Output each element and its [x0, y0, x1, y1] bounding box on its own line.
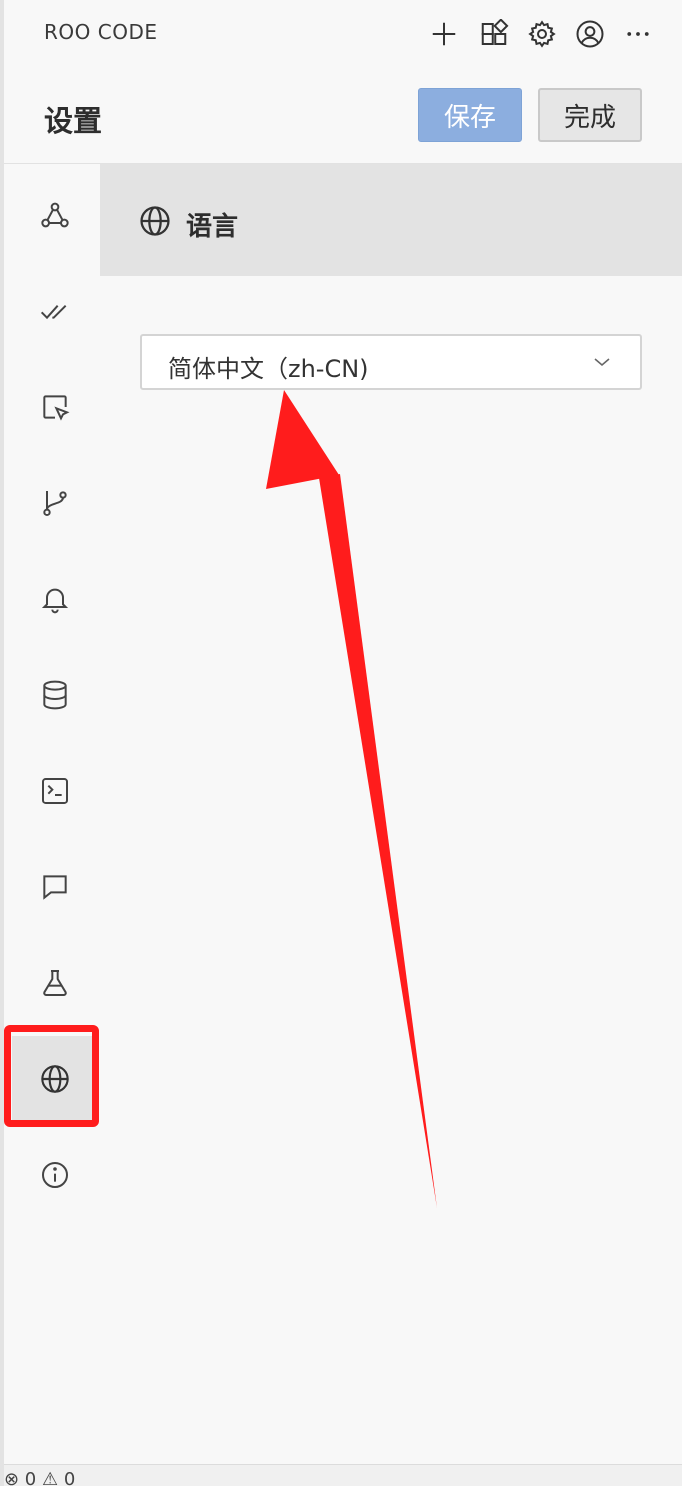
nav-providers[interactable] [12, 172, 98, 258]
globe-icon [41, 1065, 69, 1093]
info-icon [42, 1162, 68, 1188]
more-icon[interactable] [618, 14, 658, 54]
plus-icon[interactable] [424, 14, 464, 54]
save-button[interactable]: 保存 [418, 88, 522, 142]
nav-browser[interactable] [12, 364, 98, 450]
problems-count[interactable]: ⊗ 0 ⚠ 0 [4, 1469, 75, 1486]
nav-notifications[interactable] [12, 556, 98, 642]
nav-prompts[interactable] [12, 844, 98, 930]
nav-experimental[interactable] [12, 940, 98, 1026]
settings-nav-rail [4, 164, 100, 1464]
database-icon [43, 680, 67, 710]
webhook-icon [41, 202, 69, 228]
app-title: ROO CODE [44, 20, 158, 44]
title-bar: ROO CODE [4, 0, 682, 68]
nav-about[interactable] [12, 1132, 98, 1218]
check-all-icon [40, 304, 67, 320]
nav-terminal[interactable] [12, 748, 98, 834]
flask-icon [43, 970, 67, 996]
status-bar: ⊗ 0 ⚠ 0 [4, 1464, 682, 1486]
nav-auto-approve[interactable] [12, 268, 98, 354]
section-header: 语言 [100, 164, 682, 276]
page-title: 设置 [44, 104, 103, 138]
globe-icon [140, 206, 170, 236]
gear-icon[interactable] [522, 14, 562, 54]
marketplace-icon[interactable] [474, 14, 514, 54]
nav-checkpoints[interactable] [12, 460, 98, 546]
settings-header: 设置 保存 完成 [4, 68, 682, 164]
language-select-value: 简体中文（zh-CN) [168, 355, 369, 383]
terminal-icon [42, 778, 68, 804]
bell-icon [41, 588, 69, 614]
language-select[interactable]: 简体中文（zh-CN) [140, 334, 642, 390]
nav-language[interactable] [12, 1036, 98, 1122]
git-branch-icon [43, 491, 67, 516]
chat-icon [43, 875, 67, 900]
cursor-icon [43, 395, 70, 421]
settings-panel: ROO CODE 设置 保存 完成 语言 简体中文（zh-CN) ⊗ 0 ⚠ 0 [0, 0, 682, 1486]
done-button[interactable]: 完成 [538, 88, 642, 142]
nav-context[interactable] [12, 652, 98, 738]
section-title: 语言 [186, 212, 239, 242]
chevron-down-icon [594, 358, 610, 367]
account-icon[interactable] [570, 14, 610, 54]
